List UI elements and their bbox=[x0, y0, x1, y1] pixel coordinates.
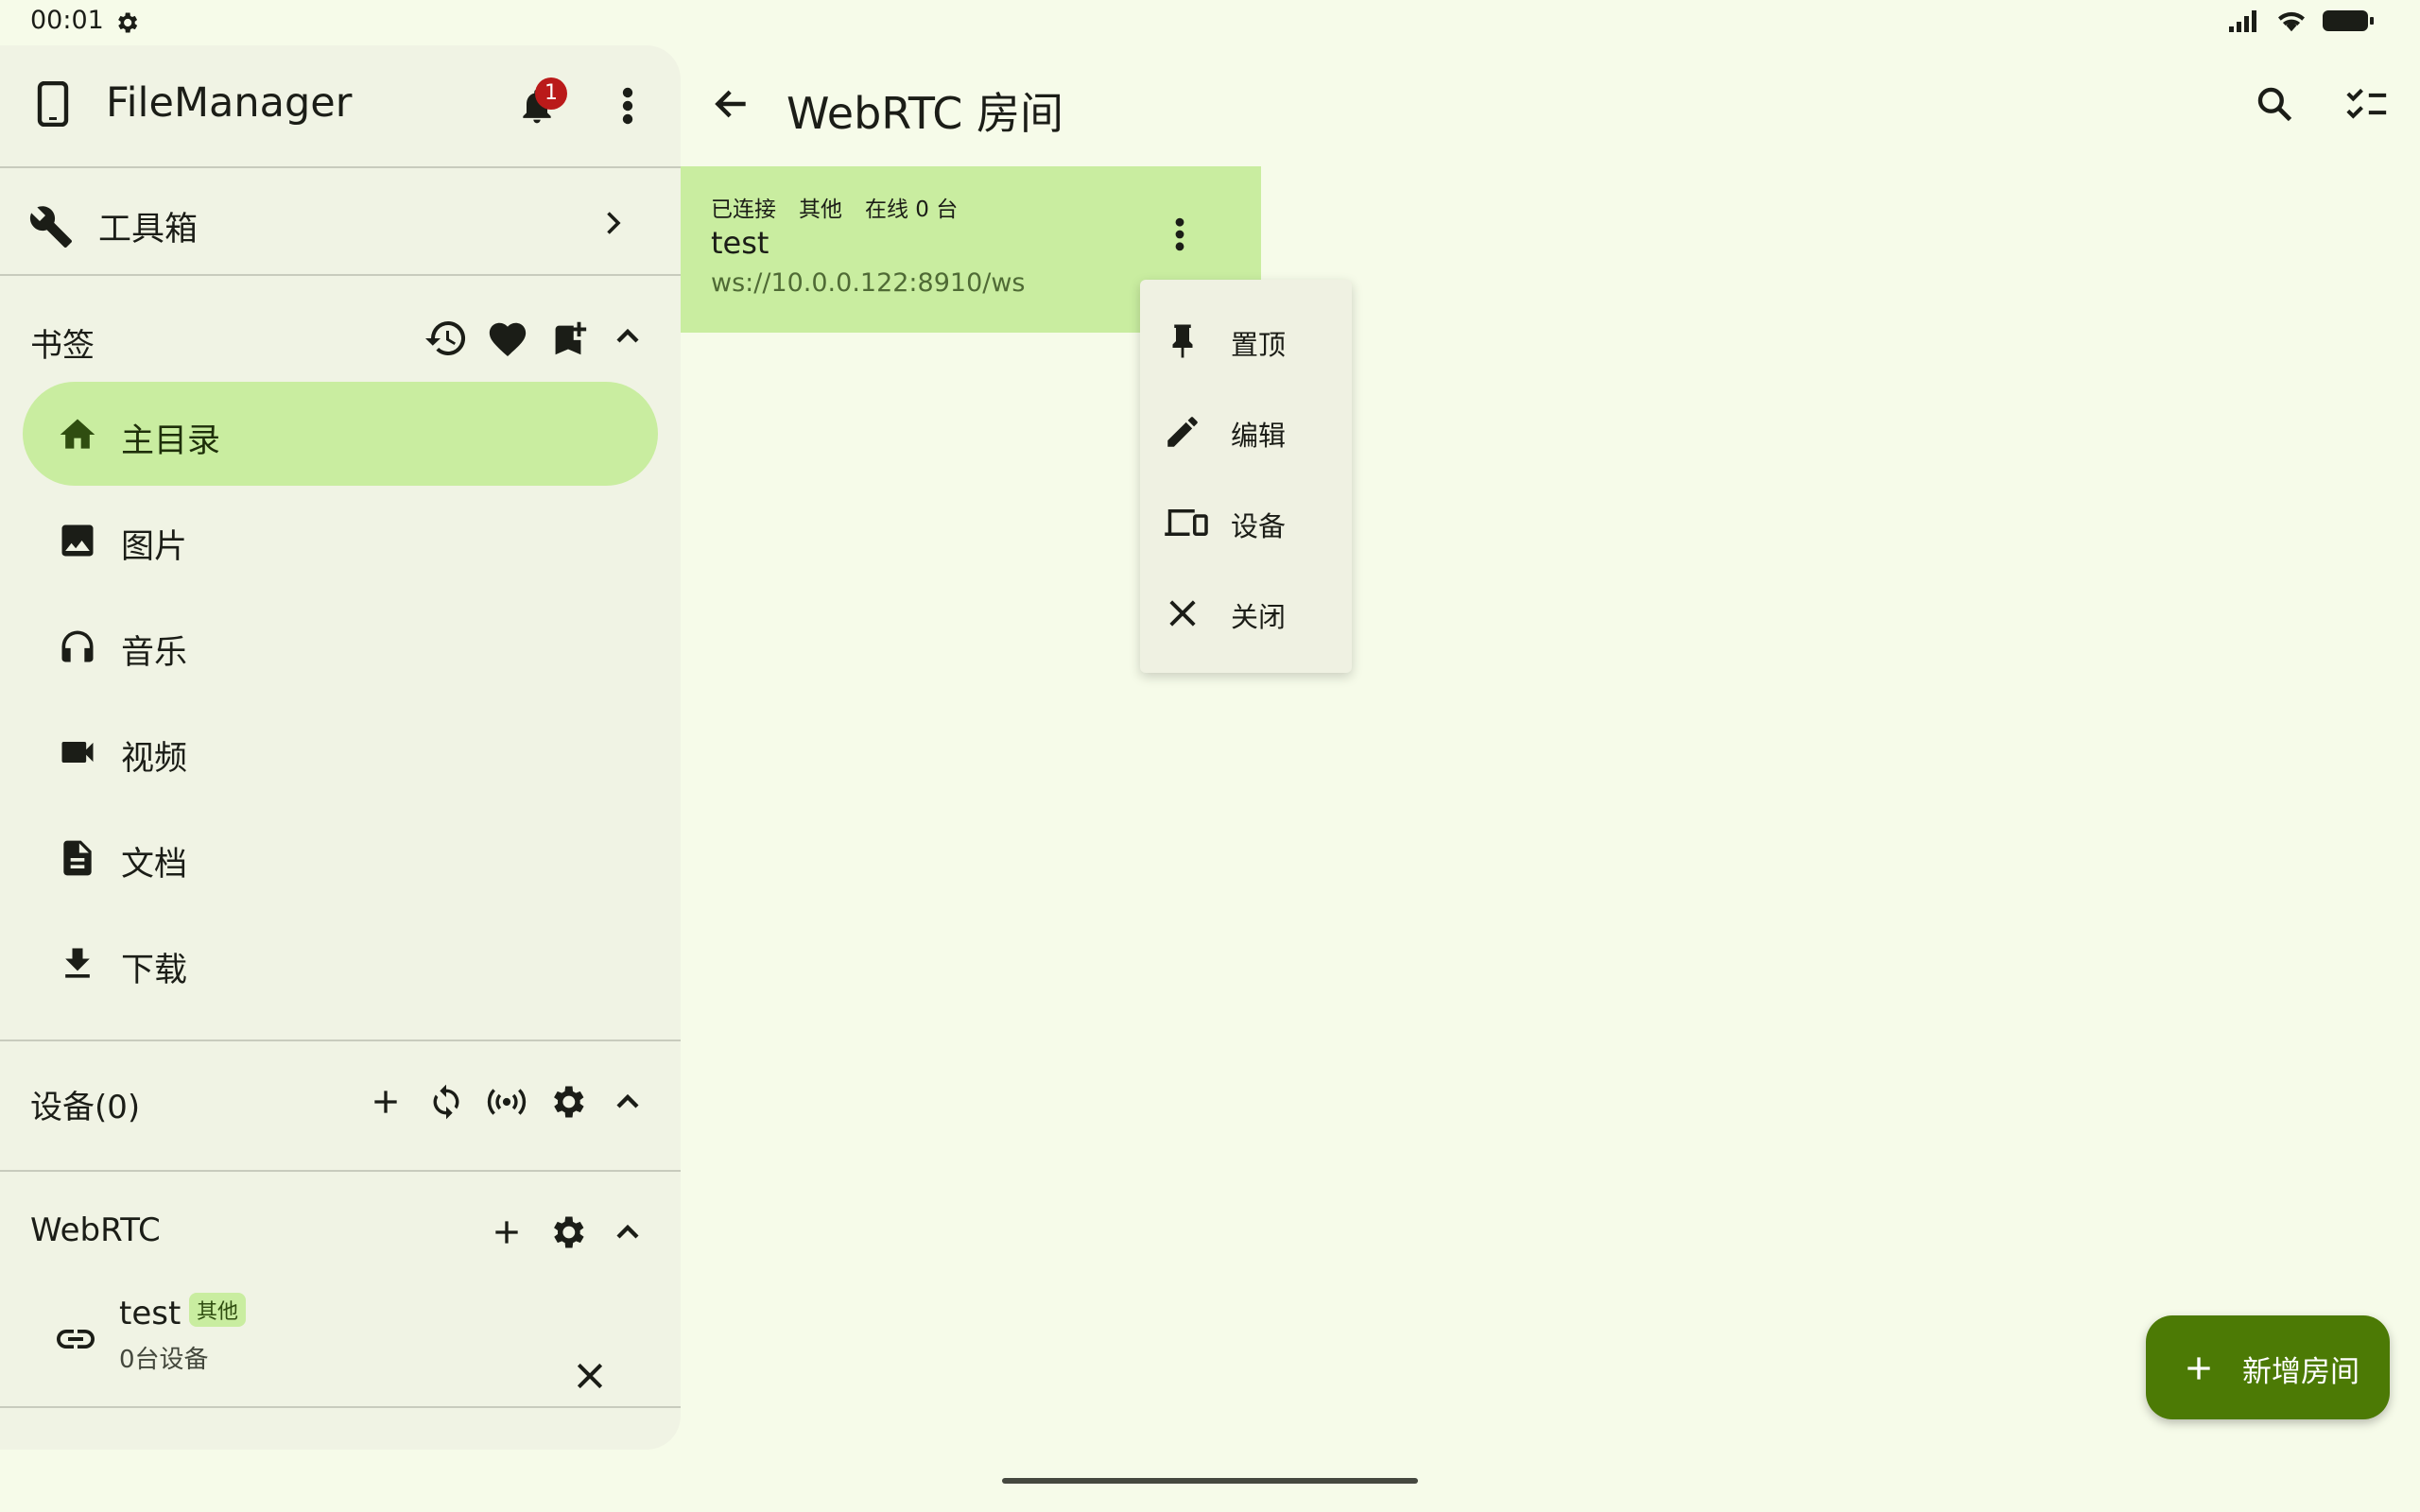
notification-badge: 1 bbox=[535, 77, 567, 110]
checklist-icon[interactable] bbox=[2344, 83, 2390, 125]
menu-item-pin[interactable]: 置顶 bbox=[1140, 295, 1352, 386]
menu-label: 设备 bbox=[1231, 510, 1287, 542]
chevron-up-icon[interactable] bbox=[609, 1083, 647, 1121]
room-card-meta: 已连接 其他 在线 0 台 bbox=[711, 191, 958, 223]
menu-item-devices[interactable]: 设备 bbox=[1140, 476, 1352, 567]
nav-item-images[interactable]: 图片 bbox=[23, 488, 658, 592]
navigation-drawer: FileManager 1 工具箱 书签 主目录 图片 音乐 视频 文档 下载 … bbox=[0, 45, 681, 1450]
wifi-icon bbox=[2274, 8, 2308, 34]
status-time: 00:01 bbox=[30, 6, 104, 35]
toolbox-label: 工具箱 bbox=[98, 211, 199, 249]
add-device-icon[interactable] bbox=[367, 1083, 405, 1121]
room-type-tag: 其他 bbox=[189, 1293, 247, 1327]
menu-label: 关闭 bbox=[1231, 601, 1287, 633]
devices-icon bbox=[1163, 503, 1210, 542]
back-arrow-icon[interactable] bbox=[711, 83, 752, 125]
wrench-icon bbox=[28, 204, 74, 249]
close-icon[interactable] bbox=[571, 1357, 609, 1395]
room-context-menu: 置顶 编辑 设备 关闭 bbox=[1140, 280, 1352, 673]
room-device-count: 0台设备 bbox=[119, 1346, 209, 1374]
sync-icon[interactable] bbox=[427, 1083, 465, 1121]
menu-label: 置顶 bbox=[1231, 329, 1287, 361]
nav-item-home[interactable]: 主目录 bbox=[23, 382, 658, 486]
room-card-url: ws://10.0.0.122:8910/ws bbox=[711, 268, 1026, 298]
devices-title: 设备(0) bbox=[30, 1089, 141, 1126]
menu-item-close[interactable]: 关闭 bbox=[1140, 567, 1352, 658]
bookmarks-title: 书签 bbox=[30, 327, 95, 365]
image-icon bbox=[57, 520, 98, 561]
gesture-navigation-bar[interactable] bbox=[1002, 1478, 1418, 1484]
menu-label: 编辑 bbox=[1231, 420, 1287, 452]
bookmark-add-icon[interactable] bbox=[546, 316, 590, 361]
room-type: 其他 bbox=[799, 198, 842, 222]
chevron-right-icon bbox=[596, 204, 630, 242]
signal-icon bbox=[2227, 8, 2261, 34]
settings-status-icon bbox=[113, 9, 140, 36]
add-icon bbox=[2180, 1349, 2218, 1387]
status-icons bbox=[2227, 8, 2375, 34]
home-icon bbox=[57, 414, 98, 455]
nav-label: 音乐 bbox=[121, 634, 188, 672]
download-icon bbox=[57, 943, 98, 985]
app-title: FileManager bbox=[106, 79, 353, 127]
chevron-up-icon[interactable] bbox=[609, 1213, 647, 1251]
document-icon bbox=[57, 837, 98, 879]
nav-label: 图片 bbox=[121, 528, 188, 566]
pin-icon bbox=[1163, 321, 1202, 361]
menu-item-edit[interactable]: 编辑 bbox=[1140, 386, 1352, 476]
device-settings-icon[interactable] bbox=[546, 1081, 588, 1123]
edit-icon bbox=[1163, 412, 1202, 452]
video-icon bbox=[57, 731, 98, 773]
close-icon bbox=[1163, 593, 1202, 633]
room-name: test bbox=[119, 1295, 182, 1332]
more-vert-icon[interactable] bbox=[614, 83, 641, 129]
add-room-icon[interactable] bbox=[488, 1213, 526, 1251]
history-icon[interactable] bbox=[424, 316, 469, 361]
add-room-fab[interactable]: 新增房间 bbox=[2146, 1315, 2390, 1419]
favorite-icon[interactable] bbox=[486, 318, 529, 361]
broadcast-icon[interactable] bbox=[486, 1085, 527, 1119]
search-icon[interactable] bbox=[2254, 83, 2295, 125]
status-bar: 00:01 bbox=[0, 0, 2420, 45]
phone-icon bbox=[34, 81, 72, 127]
divider bbox=[0, 1406, 681, 1408]
online-count: 在线 0 台 bbox=[865, 198, 959, 222]
webrtc-settings-icon[interactable] bbox=[546, 1211, 588, 1253]
connection-status: 已连接 bbox=[711, 198, 776, 222]
nav-label: 主目录 bbox=[121, 422, 221, 460]
divider bbox=[0, 274, 681, 276]
chevron-up-icon[interactable] bbox=[609, 318, 647, 355]
nav-label: 下载 bbox=[121, 952, 188, 989]
fab-label: 新增房间 bbox=[2242, 1355, 2360, 1389]
webrtc-title: WebRTC bbox=[30, 1211, 161, 1249]
page-title: WebRTC 房间 bbox=[786, 88, 1064, 139]
nav-item-downloads[interactable]: 下载 bbox=[23, 911, 658, 1015]
divider bbox=[0, 1040, 681, 1041]
nav-item-videos[interactable]: 视频 bbox=[23, 699, 658, 803]
link-icon bbox=[53, 1325, 98, 1353]
room-card-name: test bbox=[711, 225, 769, 261]
more-vert-icon[interactable] bbox=[1167, 214, 1193, 255]
nav-item-music[interactable]: 音乐 bbox=[23, 593, 658, 697]
nav-label: 视频 bbox=[121, 740, 188, 778]
divider bbox=[0, 1170, 681, 1172]
headphones-icon bbox=[57, 626, 98, 667]
nav-item-documents[interactable]: 文档 bbox=[23, 805, 658, 909]
battery-icon bbox=[2322, 8, 2375, 34]
nav-label: 文档 bbox=[121, 846, 188, 884]
